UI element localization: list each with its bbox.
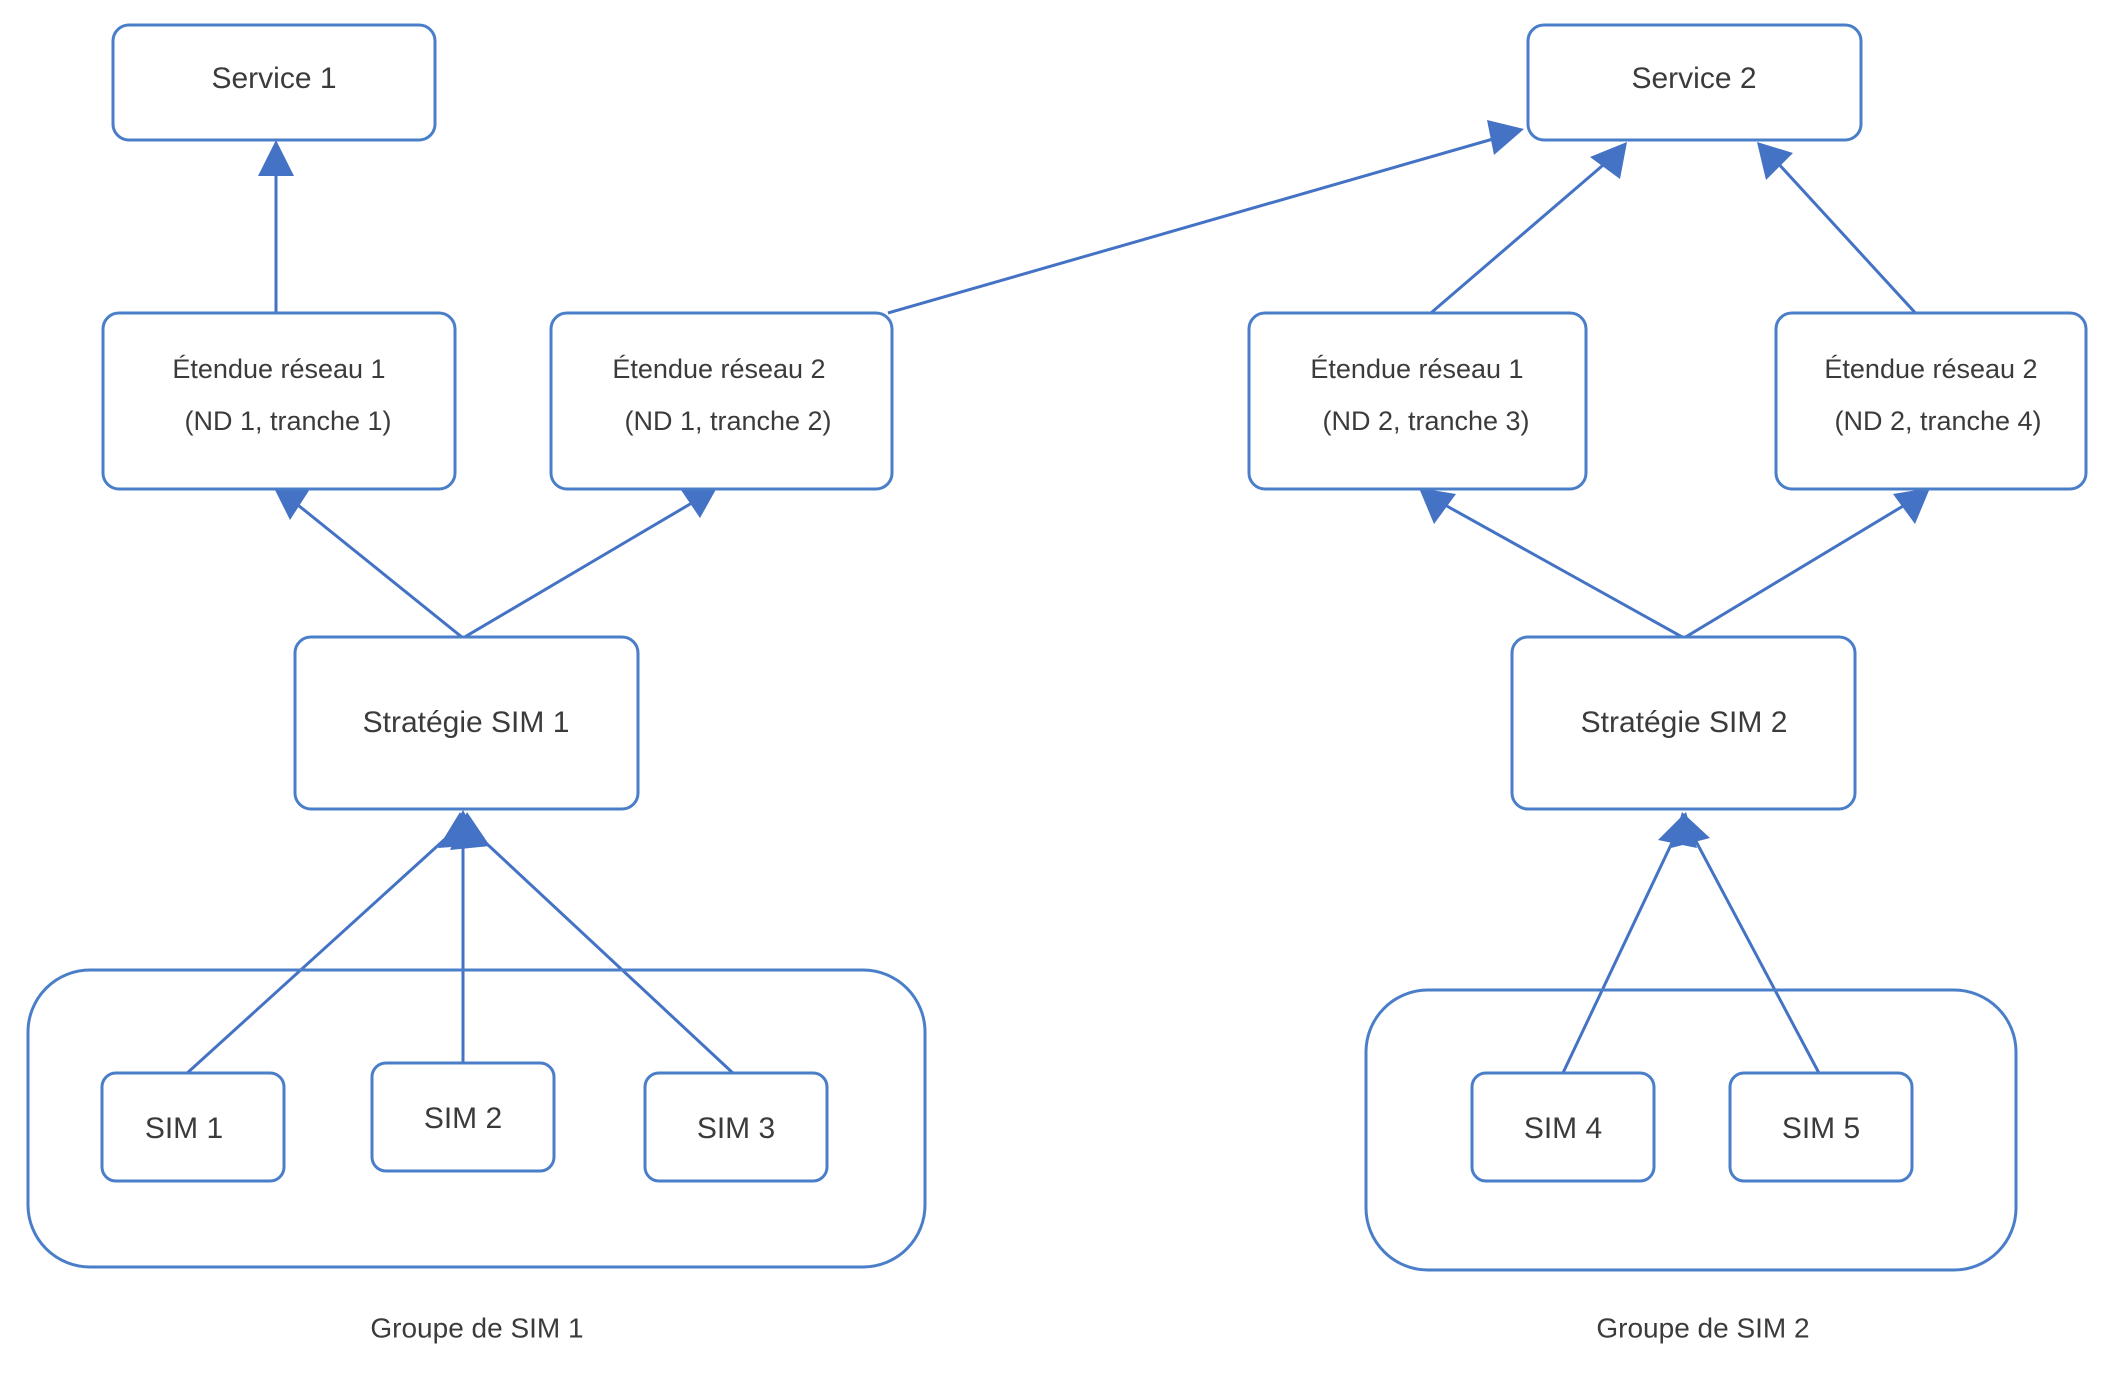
node-network-scope-2-line1: Étendue réseau 2 [612,354,825,384]
node-service-1[interactable]: Service 1 [111,23,437,142]
node-network-scope-3-line2: (ND 2, tranche 3) [1322,406,1529,436]
node-sim-policy-2[interactable]: Stratégie SIM 2 [1510,635,1857,811]
node-network-scope-3-line1: Étendue réseau 1 [1310,354,1523,384]
node-network-scope-2-line2: (ND 1, tranche 2) [624,406,831,436]
node-network-scope-1-line2: (ND 1, tranche 1) [184,406,391,436]
node-sim-4-label: SIM 4 [1524,1112,1602,1145]
edge-policy2-to-scope4 [1683,488,1930,640]
diagram-canvas: Service 1 Service 2 Étendue réseau 1 (ND… [0,0,2103,1384]
edge-scope1-to-service1 [258,140,294,320]
edge-policy1-to-scope2 [462,484,719,640]
sim-group-1-caption: Groupe de SIM 1 [370,1312,583,1343]
edge-sim3-to-policy1 [450,812,737,1077]
node-sim-3-label: SIM 3 [697,1112,775,1145]
edge-scope4-to-service2 [1757,142,1922,320]
edge-scope2-to-service2 [887,120,1524,315]
node-sim-1-label: SIM 1 [145,1112,223,1145]
diagram-svg: Service 1 Service 2 Étendue réseau 1 (ND… [26,23,2088,1343]
node-network-scope-1[interactable]: Étendue réseau 1 (ND 1, tranche 1) [101,311,457,491]
node-sim-1[interactable]: SIM 1 [100,1071,286,1183]
node-network-scope-2[interactable]: Étendue réseau 2 (ND 1, tranche 2) [549,311,894,491]
edge-policy1-to-scope1 [272,484,464,640]
node-sim-4[interactable]: SIM 4 [1470,1071,1656,1183]
edge-policy2-to-scope3 [1419,488,1685,640]
node-network-scope-1-line1: Étendue réseau 1 [172,354,385,384]
edge-sim4-to-policy2 [1560,812,1697,1076]
node-service-1-label: Service 1 [211,62,336,95]
node-service-2[interactable]: Service 2 [1526,23,1863,142]
node-network-scope-4-line1: Étendue réseau 2 [1824,354,2037,384]
edge-sim5-to-policy2 [1671,812,1822,1076]
node-sim-2[interactable]: SIM 2 [370,1061,556,1173]
sim-group-2-caption: Groupe de SIM 2 [1596,1312,1809,1343]
node-sim-policy-1-label: Stratégie SIM 1 [363,706,570,739]
node-sim-policy-1[interactable]: Stratégie SIM 1 [293,635,640,811]
node-sim-3[interactable]: SIM 3 [643,1071,829,1183]
edge-scope3-to-service2 [1424,142,1627,320]
node-sim-policy-2-label: Stratégie SIM 2 [1581,706,1788,739]
edge-sim1-to-policy1 [183,812,478,1077]
node-network-scope-4[interactable]: Étendue réseau 2 (ND 2, tranche 4) [1774,311,2088,491]
node-sim-5[interactable]: SIM 5 [1728,1071,1914,1183]
sim-group-container-2[interactable] [1364,988,2018,1272]
node-sim-5-label: SIM 5 [1782,1112,1860,1145]
node-network-scope-4-line2: (ND 2, tranche 4) [1834,406,2041,436]
node-service-2-label: Service 2 [1631,62,1756,95]
node-sim-2-label: SIM 2 [424,1102,502,1135]
edge-sim2-to-policy1 [443,810,483,1075]
node-network-scope-3[interactable]: Étendue réseau 1 (ND 2, tranche 3) [1247,311,1588,491]
